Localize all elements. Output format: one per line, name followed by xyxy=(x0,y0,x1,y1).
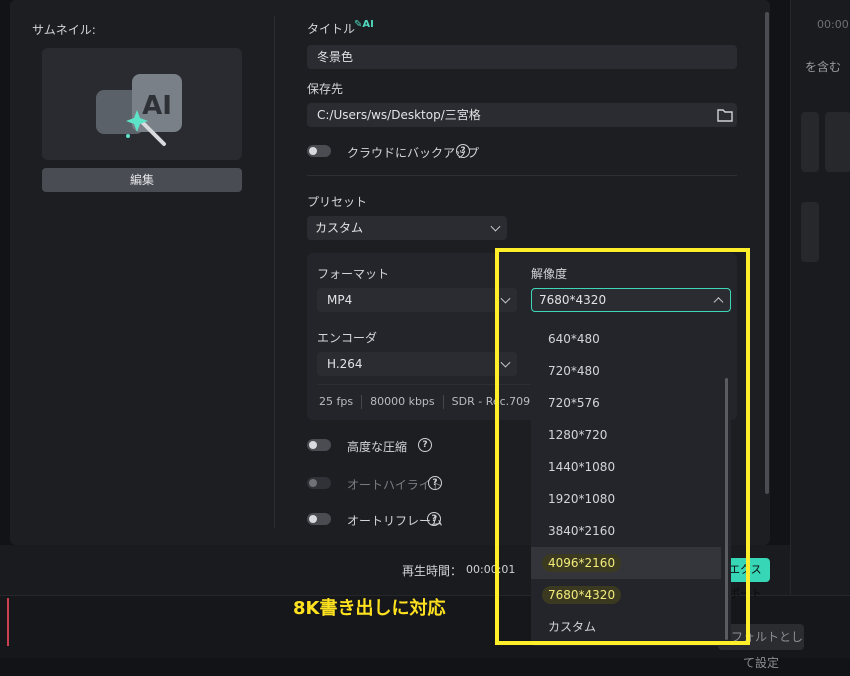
background-include-label: を含む xyxy=(805,60,842,74)
background-thumb xyxy=(801,112,819,172)
encoder-value: H.264 xyxy=(327,357,363,371)
advanced-compression-toggle[interactable] xyxy=(307,439,331,451)
preset-select[interactable]: カスタム xyxy=(307,216,507,240)
folder-icon[interactable] xyxy=(717,108,733,122)
dialog-scrollbar[interactable] xyxy=(765,12,769,494)
thumbnail-label: サムネイル: xyxy=(32,23,96,37)
promo-caption: 8K書き出しに対応 xyxy=(293,598,446,619)
help-icon[interactable]: ? xyxy=(456,144,470,158)
chevron-down-icon xyxy=(490,221,501,232)
highlight-frame xyxy=(495,248,750,645)
format-select[interactable]: MP4 xyxy=(317,288,517,312)
encoder-select[interactable]: H.264 xyxy=(317,352,517,376)
ai-thumbnail-icon: AI xyxy=(96,74,182,146)
svg-text:AI: AI xyxy=(142,91,172,121)
background-panel: 00:00 を含む xyxy=(790,0,850,600)
thumbnail-edit-button[interactable]: 編集 xyxy=(42,168,242,192)
title-input[interactable]: 冬景色 xyxy=(307,45,737,69)
background-thumb xyxy=(825,112,850,172)
format-value: MP4 xyxy=(327,293,353,307)
background-thumb xyxy=(801,202,819,262)
thumbnail-preview[interactable]: AI xyxy=(42,48,242,160)
save-location-input[interactable]: C:/Users/ws/Desktop/三宮格 xyxy=(307,103,737,127)
auto-highlight-toggle[interactable] xyxy=(307,477,331,489)
ai-badge: AI xyxy=(362,19,374,30)
help-icon[interactable]: ? xyxy=(428,476,442,490)
auto-reframe-toggle[interactable] xyxy=(307,513,331,525)
encoder-label: エンコーダ xyxy=(317,331,378,345)
cloud-backup-toggle[interactable] xyxy=(307,145,331,157)
duration-label: 再生時間： xyxy=(402,564,463,578)
help-icon[interactable]: ? xyxy=(418,438,432,452)
bitrate-value: 80000 kbps xyxy=(370,395,435,408)
playhead[interactable] xyxy=(7,598,9,646)
help-icon[interactable]: ? xyxy=(427,512,441,526)
preset-label: プリセット xyxy=(307,195,368,209)
background-timestamp: 00:00 xyxy=(817,18,849,31)
preset-value: カスタム xyxy=(315,221,364,235)
ai-title-icon[interactable]: ✎AI xyxy=(354,19,374,30)
column-divider xyxy=(274,16,275,528)
section-divider xyxy=(307,175,737,176)
advanced-compression-label: 高度な圧縮 xyxy=(347,440,408,454)
save-location-label: 保存先 xyxy=(307,82,344,96)
fps-value: 25 fps xyxy=(319,395,354,408)
format-label: フォーマット xyxy=(317,267,390,281)
title-label: タイトル xyxy=(307,22,356,36)
